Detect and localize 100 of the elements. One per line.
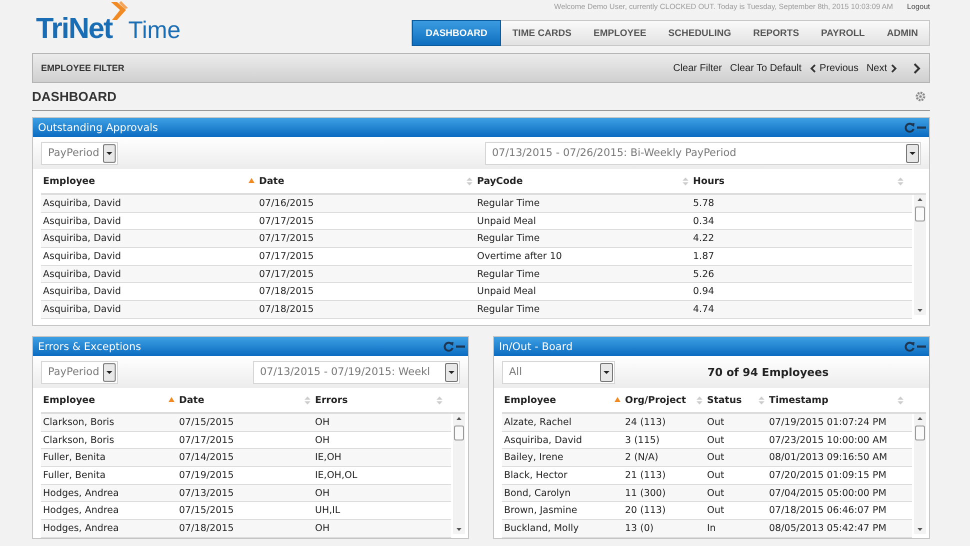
column-header[interactable]: Org/Project — [623, 388, 705, 412]
chevron-right-icon — [891, 64, 897, 72]
next-link[interactable]: Next — [866, 62, 897, 74]
column-header[interactable]: Employee — [41, 169, 257, 193]
column-header[interactable]: Date — [177, 388, 313, 412]
expand-chevron-icon[interactable] — [913, 62, 921, 74]
column-header[interactable]: Employee — [502, 388, 623, 412]
table-cell-text: Fuller, Benita — [42, 452, 107, 464]
table-cell-text: Asquiriba, David — [42, 304, 122, 315]
filter-link[interactable]: Clear To Default — [730, 62, 802, 74]
table-cell-text: 07/17/2015 — [258, 233, 315, 244]
scrollbar[interactable] — [914, 195, 926, 315]
table-cell-text: 07/19/2015 01:07:24 PM — [768, 416, 888, 428]
panel-title: Outstanding Approvals — [38, 122, 158, 134]
table-cell-text: Regular Time — [476, 198, 541, 209]
table-cell-text: Out — [706, 416, 726, 428]
column-header[interactable]: Errors — [313, 388, 445, 412]
table-cell-text: Regular Time — [476, 268, 541, 280]
table-cell-text: 07/19/2015 — [178, 470, 235, 481]
nav-tab[interactable]: TIME CARDS — [501, 21, 582, 45]
table-cell-text: OH — [314, 488, 331, 499]
table-cell-text: Unpaid Meal — [476, 286, 538, 298]
table-cell-text: Out — [706, 452, 726, 464]
table-cell-text: 07/18/2015 — [258, 286, 315, 298]
filter-title: EMPLOYEE FILTER — [41, 63, 124, 73]
panel-title: In/Out - Board — [499, 340, 573, 352]
nav-tab[interactable]: PAYROLL — [810, 21, 876, 45]
scrollbar[interactable] — [453, 414, 465, 534]
table-cell-text: 07/17/2015 — [258, 216, 315, 227]
logo-brand: TriNet — [36, 15, 112, 44]
table-cell-text: OH — [314, 522, 331, 534]
nav-tab[interactable]: EMPLOYEE — [582, 21, 658, 45]
table-cell-text: 07/18/2015 — [258, 304, 315, 315]
table-cell-text: IE,OH — [314, 452, 342, 464]
table-cell-text: Asquiriba, David — [42, 250, 122, 262]
page-title: DASHBOARD — [32, 89, 116, 104]
table-cell-text: Out — [706, 488, 726, 499]
table-cell-text: Clarkson, Boris — [42, 434, 116, 446]
sort-ascending-icon — [248, 176, 255, 186]
table-cell-text: 5.78 — [692, 198, 716, 209]
table-cell-text: In — [706, 522, 717, 534]
column-header[interactable]: PayCode — [475, 169, 691, 193]
nav-tab[interactable]: ADMIN — [876, 21, 929, 45]
sort-icon — [758, 396, 765, 404]
dropdown-icon[interactable] — [103, 144, 116, 162]
refresh-icon[interactable] — [904, 341, 915, 352]
table-cell-text: Overtime after 10 — [476, 250, 563, 262]
table-cell-text: Out — [706, 470, 726, 481]
table-cell-text: 07/15/2015 — [178, 416, 235, 428]
table-cell-text: 13 (0) — [624, 522, 655, 534]
nav-tab[interactable]: DASHBOARD — [412, 20, 502, 46]
table-cell-text: Fuller, Benita — [42, 470, 107, 481]
dropdown-icon[interactable] — [600, 362, 613, 382]
nav-tab[interactable]: SCHEDULING — [657, 21, 742, 45]
column-header[interactable]: Hours — [691, 169, 906, 193]
table-cell-text: Regular Time — [476, 233, 541, 244]
table-cell-text: Out — [706, 505, 726, 516]
table-cell-text: 11 (300) — [624, 488, 667, 499]
table-cell-text: Bond, Carolyn — [503, 488, 572, 499]
table-cell-text: 0.34 — [692, 216, 716, 227]
sort-ascending-icon — [168, 396, 175, 404]
previous-link[interactable]: Previous — [810, 62, 858, 74]
sort-icon — [466, 176, 473, 186]
period-dropdown[interactable]: 07/13/2015 - 07/26/2015: Bi-Weekly PayPeriod — [485, 142, 921, 164]
table-cell-text: 07/13/2015 — [178, 488, 235, 499]
refresh-icon[interactable] — [443, 341, 454, 352]
dropdown-icon[interactable] — [906, 144, 919, 162]
table-cell-text: 07/18/2015 — [178, 522, 235, 534]
settings-icon[interactable] — [915, 91, 926, 102]
table-cell-text: 07/23/2015 10:00:00 AM — [768, 434, 888, 446]
table-cell-text: 4.22 — [692, 233, 716, 244]
filter-link[interactable]: Clear Filter — [673, 62, 722, 74]
table-cell-text: 24 (113) — [624, 416, 667, 428]
nav-tab[interactable]: REPORTS — [742, 21, 810, 45]
refresh-icon[interactable] — [904, 122, 915, 133]
column-header[interactable]: Status — [705, 388, 767, 412]
table-cell-text: 07/14/2015 — [178, 452, 235, 464]
table-cell-text: 5.26 — [692, 268, 716, 280]
table-cell-text: UH,IL — [314, 505, 342, 516]
table-cell-text: IE,OH,OL — [314, 470, 358, 481]
sort-icon — [682, 176, 689, 186]
table-cell-text: Asquiriba, David — [42, 198, 122, 209]
filter-dropdown[interactable]: All — [502, 360, 615, 384]
scrollbar[interactable] — [914, 414, 926, 534]
dropdown-icon[interactable] — [445, 362, 458, 382]
table-cell-text: 07/17/2015 — [258, 268, 315, 280]
column-header[interactable]: Date — [257, 169, 475, 193]
filter-dropdown[interactable]: PayPeriod — [41, 142, 118, 164]
table-cell-text: Regular Time — [476, 304, 541, 315]
sort-icon — [897, 176, 904, 186]
table-cell-text: 08/01/2013 09:16:50 AM — [768, 452, 888, 464]
table-cell-text: 1.87 — [692, 250, 716, 262]
filter-dropdown[interactable]: PayPeriod — [41, 360, 118, 384]
dropdown-icon[interactable] — [103, 362, 116, 382]
column-header[interactable]: Employee — [41, 388, 177, 412]
table-cell-text: Buckland, Molly — [503, 522, 580, 534]
sort-icon — [696, 396, 703, 404]
column-header[interactable]: Timestamp — [767, 388, 906, 412]
table-cell-text: Asquiriba, David — [42, 233, 122, 244]
period-dropdown[interactable]: 07/13/2015 - 07/19/2015: Weekl — [253, 360, 460, 384]
